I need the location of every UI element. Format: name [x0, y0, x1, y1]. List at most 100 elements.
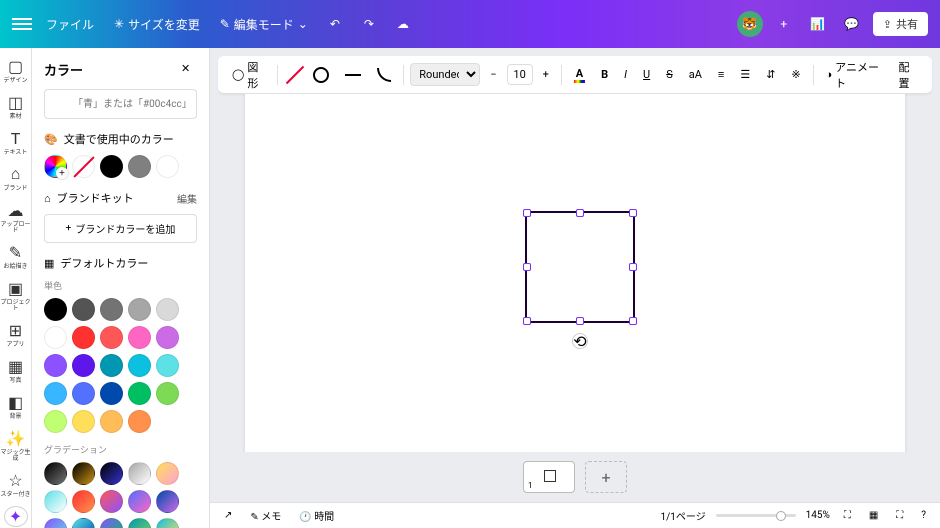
gradient-swatch[interactable]	[44, 518, 67, 528]
selected-rectangle[interactable]: ⟲	[525, 211, 635, 323]
rotate-handle[interactable]: ⟲	[572, 333, 588, 349]
border-color-button[interactable]	[284, 64, 303, 86]
color-swatch[interactable]	[44, 298, 67, 321]
close-icon[interactable]: ✕	[181, 62, 197, 78]
gradient-swatch[interactable]	[72, 518, 95, 528]
sidebar-item-design[interactable]: ▢デザイン	[0, 56, 32, 84]
add-brand-color-button[interactable]: +ブランドカラーを追加	[44, 214, 197, 243]
resize-handle[interactable]	[576, 317, 584, 325]
grid-view-icon[interactable]: ▦	[865, 508, 882, 523]
color-swatch[interactable]	[72, 326, 95, 349]
color-swatch[interactable]	[72, 354, 95, 377]
no-color-swatch[interactable]	[72, 155, 95, 178]
gradient-swatch[interactable]	[128, 490, 151, 513]
color-swatch[interactable]	[156, 155, 179, 178]
hamburger-icon[interactable]	[12, 18, 32, 30]
gradient-swatch[interactable]	[156, 490, 179, 513]
page-canvas[interactable]: ⟲	[245, 94, 905, 452]
italic-button[interactable]: I	[618, 64, 633, 85]
color-swatch[interactable]	[100, 155, 123, 178]
color-swatch[interactable]	[72, 382, 95, 405]
color-swatch[interactable]	[44, 326, 67, 349]
gradient-swatch[interactable]	[100, 490, 123, 513]
sidebar-item-photos[interactable]: ▦写真	[0, 356, 32, 384]
resize-handle[interactable]	[523, 263, 531, 271]
redo-icon[interactable]: ↷	[356, 11, 382, 37]
color-swatch[interactable]	[100, 298, 123, 321]
duration-button[interactable]: 🕐 時間	[295, 506, 338, 525]
animate-button[interactable]: ◑アニメート	[820, 55, 889, 95]
gradient-swatch[interactable]	[100, 518, 123, 528]
avatar[interactable]: 🐯	[737, 11, 763, 37]
color-swatch[interactable]	[156, 298, 179, 321]
font-select[interactable]: Rounded M+	[410, 63, 480, 86]
color-swatch[interactable]	[156, 354, 179, 377]
resize-handle[interactable]	[629, 209, 637, 217]
color-swatch[interactable]	[100, 410, 123, 433]
spacing-button[interactable]: ⇵	[760, 64, 781, 85]
sidebar-item-draw[interactable]: ✎お絵描き	[0, 242, 32, 270]
border-style-button[interactable]	[307, 63, 335, 87]
sidebar-item-projects[interactable]: ▣プロジェクト	[0, 278, 32, 312]
effects-button[interactable]: ※	[785, 64, 806, 85]
sidebar-item-apps[interactable]: ⊞アプリ	[0, 320, 32, 348]
gradient-swatch[interactable]	[156, 462, 179, 485]
underline-button[interactable]: U	[637, 64, 656, 85]
resize-handle[interactable]	[629, 263, 637, 271]
undo-icon[interactable]: ↶	[322, 11, 348, 37]
color-swatch[interactable]	[156, 382, 179, 405]
color-swatch[interactable]	[128, 354, 151, 377]
sidebar-item-background[interactable]: ◧背景	[0, 392, 32, 420]
shape-button[interactable]: ◯図形	[226, 55, 271, 95]
color-swatch[interactable]	[128, 382, 151, 405]
zoom-level[interactable]: 145%	[806, 510, 830, 521]
color-search-input[interactable]	[44, 89, 197, 119]
gradient-swatch[interactable]	[100, 462, 123, 485]
add-color-swatch[interactable]	[44, 155, 67, 178]
text-color-button[interactable]: A	[568, 63, 591, 87]
color-swatch[interactable]	[100, 326, 123, 349]
gradient-swatch[interactable]	[72, 490, 95, 513]
color-swatch[interactable]	[128, 326, 151, 349]
fullscreen-icon[interactable]: ⛶	[892, 508, 907, 523]
resize-handle[interactable]	[523, 209, 531, 217]
bold-button[interactable]: B	[595, 64, 614, 85]
border-weight-button[interactable]	[339, 70, 367, 80]
color-swatch[interactable]	[100, 382, 123, 405]
color-swatch[interactable]	[44, 354, 67, 377]
gradient-swatch[interactable]	[128, 518, 151, 528]
sidebar-item-magic[interactable]: ✨マジック生成	[0, 428, 32, 462]
page-thumbnail[interactable]: 1	[523, 461, 575, 493]
color-swatch[interactable]	[72, 298, 95, 321]
gradient-swatch[interactable]	[156, 518, 179, 528]
color-swatch[interactable]	[44, 382, 67, 405]
gradient-swatch[interactable]	[44, 462, 67, 485]
gradient-swatch[interactable]	[128, 462, 151, 485]
color-swatch[interactable]	[72, 410, 95, 433]
color-swatch[interactable]	[156, 326, 179, 349]
comment-icon[interactable]: 💬	[839, 11, 865, 37]
resize-handle[interactable]	[576, 209, 584, 217]
add-page-button[interactable]: +	[585, 461, 627, 493]
help-icon[interactable]: ?	[917, 508, 930, 523]
resize-handle[interactable]	[523, 317, 531, 325]
font-size-minus[interactable]: −	[484, 64, 502, 85]
font-size-plus[interactable]: +	[537, 64, 555, 85]
position-button[interactable]: 配置	[893, 55, 924, 95]
corner-button[interactable]	[371, 64, 397, 86]
edit-brand-link[interactable]: 編集	[177, 191, 197, 206]
file-menu[interactable]: ファイル	[40, 12, 100, 37]
edit-mode-menu[interactable]: ✎ 編集モード ⌄	[214, 12, 314, 37]
sidebar-item-starred[interactable]: ☆スター付き	[0, 470, 32, 498]
magic-button[interactable]: ✦	[4, 506, 28, 527]
resize-handle[interactable]	[629, 317, 637, 325]
sidebar-item-brand[interactable]: ⌂ブランド	[0, 164, 32, 192]
sidebar-item-elements[interactable]: ◫素材	[0, 92, 32, 120]
zoom-slider[interactable]	[716, 514, 796, 517]
color-swatch[interactable]	[128, 298, 151, 321]
resize-menu[interactable]: ✳ サイズを変更	[108, 12, 206, 37]
case-button[interactable]: aA	[683, 64, 708, 85]
plus-icon[interactable]: +	[771, 11, 797, 37]
share-button[interactable]: ⇪共有	[873, 12, 928, 36]
notes-button[interactable]: ✎ メモ	[246, 506, 285, 525]
